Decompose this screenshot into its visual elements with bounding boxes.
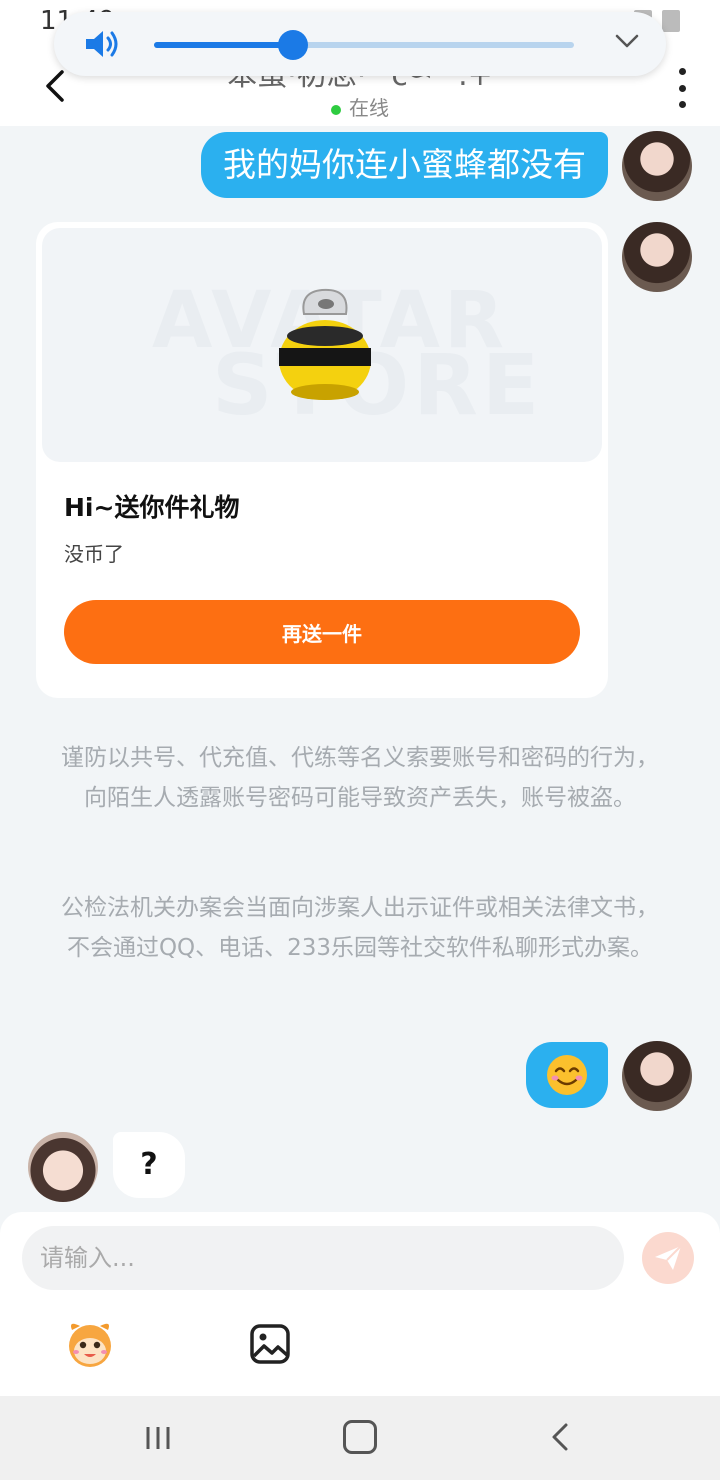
home-icon[interactable] xyxy=(343,1420,377,1454)
recent-apps-icon[interactable] xyxy=(144,1424,172,1452)
gift-card[interactable]: AVATAR STORE Hi~送你件礼物 没币了 再送一件 xyxy=(36,222,608,698)
send-again-button[interactable]: 再送一件 xyxy=(64,600,580,664)
security-notice: 谨防以共号、代充值、代练等名义索要账号和密码的行为，向陌生人透露账号密码可能导致… xyxy=(61,745,659,811)
bee-gift-icon xyxy=(279,288,371,400)
nav-back-icon[interactable] xyxy=(548,1422,572,1452)
image-picker-icon[interactable] xyxy=(248,1322,292,1366)
my-avatar[interactable] xyxy=(622,1041,692,1111)
input-panel xyxy=(0,1212,720,1396)
online-label: 在线 xyxy=(349,96,389,120)
volume-slider-fill xyxy=(154,42,293,48)
my-avatar[interactable] xyxy=(622,131,692,201)
message-input[interactable] xyxy=(22,1226,624,1290)
online-status: 在线 xyxy=(0,92,720,121)
chevron-down-icon[interactable] xyxy=(614,32,640,50)
volume-slider[interactable] xyxy=(154,30,574,60)
outgoing-message[interactable]: 我的妈你连小蜜蜂都没有 xyxy=(201,132,608,198)
outgoing-emoji-message[interactable] xyxy=(526,1042,608,1108)
mascot-sticker-icon[interactable] xyxy=(64,1318,116,1370)
volume-panel xyxy=(54,12,666,76)
contact-avatar[interactable] xyxy=(28,1132,98,1202)
battery-icon xyxy=(662,10,680,32)
smile-emoji-icon xyxy=(547,1055,587,1095)
volume-slider-knob[interactable] xyxy=(277,30,308,60)
gift-title: Hi~送你件礼物 xyxy=(64,493,240,522)
more-menu-button[interactable] xyxy=(674,68,690,108)
incoming-message[interactable]: ? xyxy=(113,1132,185,1198)
my-avatar[interactable] xyxy=(622,222,692,292)
police-notice: 公检法机关办案会当面向涉案人出示证件或相关法律文书，不会通过QQ、电话、233乐… xyxy=(61,895,659,961)
send-button[interactable] xyxy=(642,1232,694,1284)
gift-image: AVATAR STORE xyxy=(42,228,602,462)
send-plane-icon xyxy=(655,1245,682,1270)
online-dot-icon xyxy=(331,104,341,115)
speaker-icon[interactable] xyxy=(84,28,122,60)
system-nav-bar xyxy=(0,1396,720,1480)
gift-subtitle: 没币了 xyxy=(64,542,124,566)
